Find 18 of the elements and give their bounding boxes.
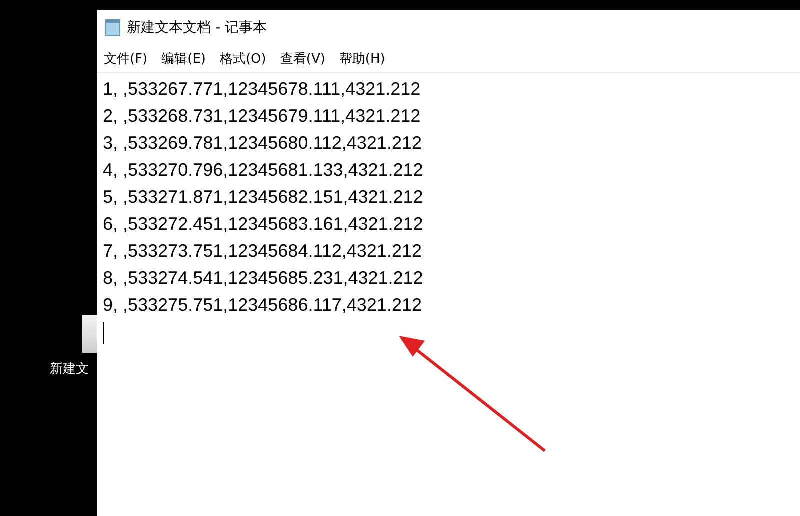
- text-line: 8, ,533274.541,12345685.231,4321.212: [103, 267, 424, 290]
- text-line: 4, ,533270.796,12345681.133,4321.212: [103, 159, 424, 182]
- menu-item[interactable]: 查看(V): [275, 50, 330, 68]
- menu-item[interactable]: 编辑(E): [156, 50, 211, 68]
- text-line: 3, ,533269.781,12345680.112,4321.212: [103, 132, 423, 155]
- menu-item[interactable]: 帮助(H): [334, 50, 390, 68]
- text-line: 9, ,533275.751,12345686.117,4321.212: [103, 294, 423, 317]
- menu-item[interactable]: 格式(O): [214, 50, 272, 68]
- text-caret: [103, 322, 104, 344]
- menu-item[interactable]: 文件(F): [99, 50, 153, 68]
- notepad-icon: [105, 19, 121, 37]
- text-line: 1, ,533267.771,12345678.111,4321.212: [103, 78, 422, 101]
- text-line: 5, ,533271.871,12345682.151,4321.212: [103, 186, 424, 209]
- window-title: 新建文本文档 - 记事本: [127, 19, 267, 37]
- text-line: 2, ,533268.731,12345679.111,4321.212: [103, 105, 422, 128]
- text-line: 7, ,533273.751,12345684.112,4321.212: [103, 240, 423, 263]
- text-line: 6, ,533272.451,12345683.161,4321.212: [103, 213, 424, 236]
- desktop-icon-label: 新建文: [50, 361, 89, 378]
